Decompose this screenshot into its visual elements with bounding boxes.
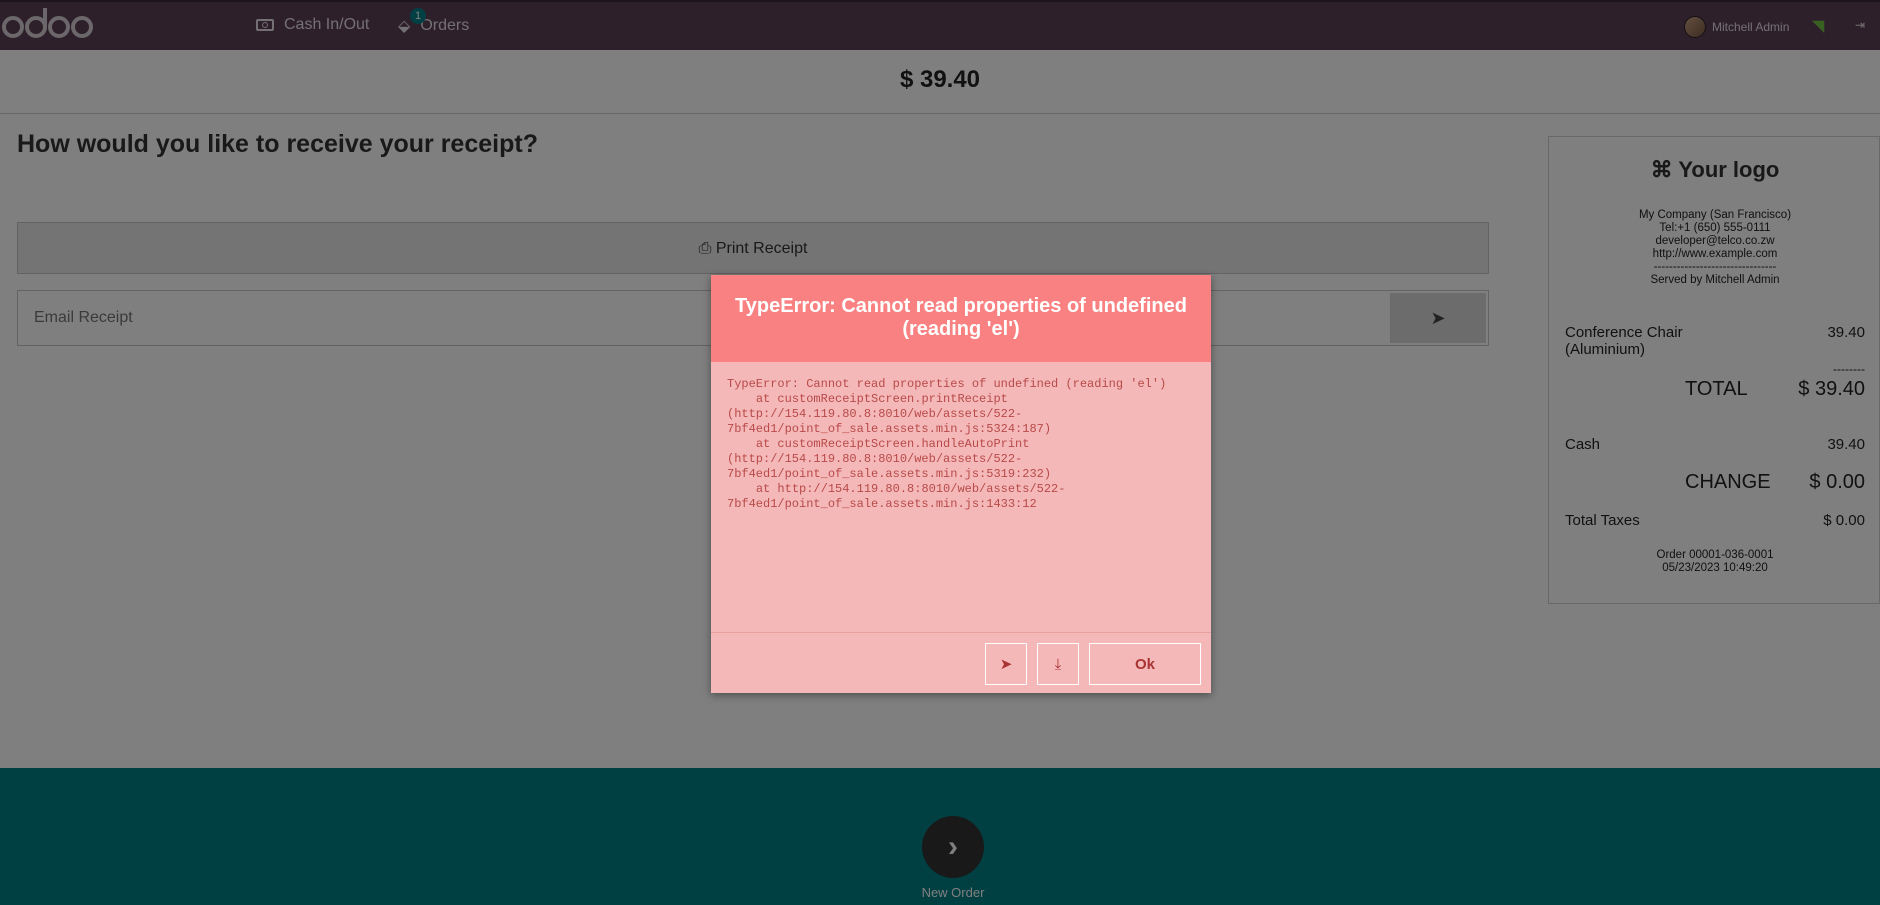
error-dialog: TypeError: Cannot read properties of und… <box>711 275 1211 693</box>
error-traceback: TypeError: Cannot read properties of und… <box>727 377 1167 511</box>
ok-button[interactable]: Ok <box>1089 643 1201 685</box>
download-error-button[interactable]: ⤓ <box>1037 643 1079 685</box>
send-error-button[interactable]: ➤ <box>985 643 1027 685</box>
error-dialog-title: TypeError: Cannot read properties of und… <box>711 275 1211 362</box>
error-dialog-footer: ➤ ⤓ Ok <box>711 632 1211 693</box>
download-icon: ⤓ <box>1054 655 1062 673</box>
paper-plane-icon: ➤ <box>999 656 1013 673</box>
